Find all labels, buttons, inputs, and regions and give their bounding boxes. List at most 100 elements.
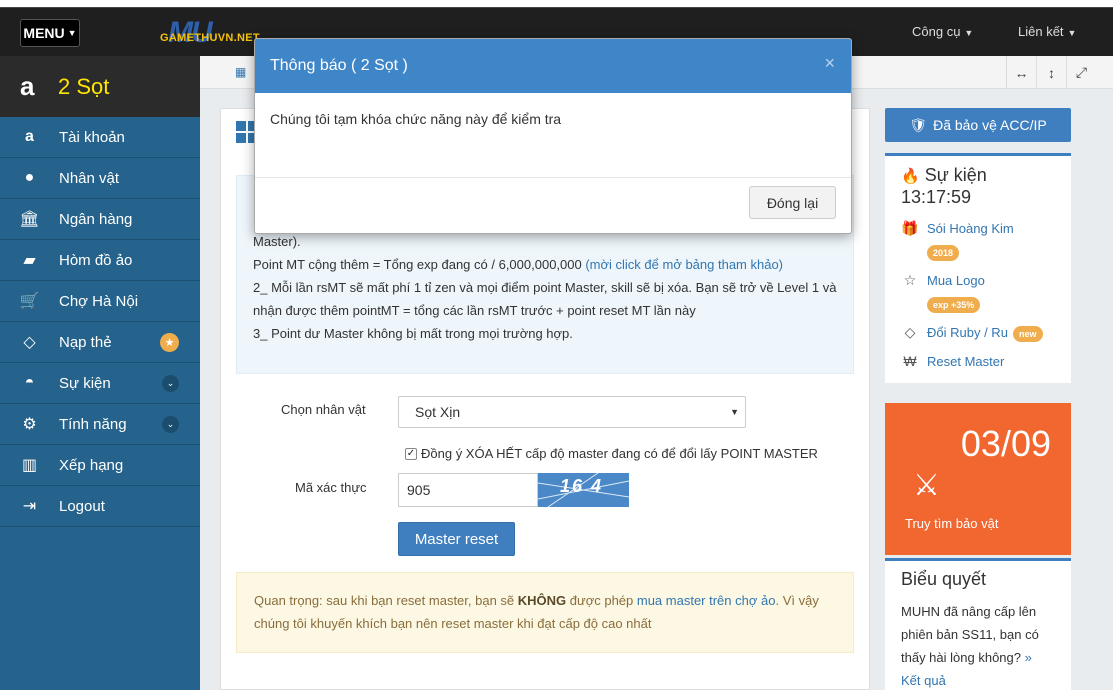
- username: 2 Sọt: [58, 73, 110, 99]
- sidebar-item-label: Nhân vật: [59, 169, 120, 187]
- info-line-4: 3_ Point dư Master không bị mất trong mọ…: [253, 326, 573, 341]
- event-label: Sói Hoàng Kim: [927, 221, 1014, 236]
- notification-modal: Thông báo ( 2 Sọt ) × Chúng tôi tạm khóa…: [254, 38, 852, 234]
- agree-checkbox-row[interactable]: ✓ Đồng ý XÓA HẾT cấp độ master đang có đ…: [405, 446, 818, 461]
- character-select[interactable]: Sọt Xịn ▼: [398, 396, 746, 428]
- caret-down-icon: ▼: [730, 407, 739, 417]
- briefcase-icon: ▰: [23, 252, 36, 269]
- event-badge: 2018: [927, 245, 960, 261]
- sidebar-item-label: Logout: [59, 497, 105, 515]
- events-title: Sự kiện: [924, 165, 987, 185]
- expand-vertical-button[interactable]: ↕: [1036, 56, 1066, 89]
- modal-header: Thông báo ( 2 Sọt ) ×: [255, 39, 851, 93]
- sidebar-item-label: Nạp thẻ: [59, 333, 112, 351]
- sidebar-item-label: Sự kiện: [59, 374, 111, 392]
- warning-bold: KHÔNG: [517, 593, 567, 608]
- event-label: Mua Logo: [927, 273, 985, 288]
- amazon-icon: a: [20, 71, 35, 101]
- protected-account-button[interactable]: 🛡 Đã bảo vệ ACC/IP: [885, 108, 1071, 142]
- treasure-hunt-tile[interactable]: 03/09 ⚔ Truy tìm bảo vật: [885, 403, 1071, 555]
- master-reset-button[interactable]: Master reset: [398, 522, 515, 556]
- arrows-horizontal-icon: ↔: [1014, 64, 1029, 81]
- sidebar-item-market[interactable]: 🛒 Chợ Hà Nội: [0, 281, 200, 322]
- sidebar-item-virtual-chest[interactable]: ▰ Hòm đồ ảo: [0, 240, 200, 281]
- menu-button[interactable]: MENU ▼: [20, 19, 80, 47]
- event-link-buy-logo[interactable]: ☆ Mua Logo: [901, 272, 985, 289]
- warning-text-1: Quan trọng: sau khi bạn reset master, bạ…: [254, 593, 518, 608]
- fullscreen-icon: ⤢: [1075, 64, 1088, 80]
- fullscreen-button[interactable]: ⤢: [1066, 56, 1096, 89]
- user-icon: ●: [24, 169, 35, 186]
- won-icon: ₩: [903, 353, 917, 369]
- event-badge: new: [1013, 326, 1043, 342]
- warning-box: Quan trọng: sau khi bạn reset master, bạ…: [236, 572, 854, 653]
- sidebar-item-label: Chợ Hà Nội: [59, 292, 139, 310]
- warning-text-2: được phép: [566, 593, 637, 608]
- chevron-down-icon: ⌄: [162, 415, 179, 433]
- captcha-image[interactable]: 16 4: [538, 473, 629, 507]
- gears-icon: ⚙: [22, 416, 37, 433]
- poll-result-link[interactable]: Kết quả: [901, 673, 946, 688]
- close-icon[interactable]: ×: [824, 53, 835, 74]
- captcha-input[interactable]: 905: [398, 473, 538, 507]
- events-heading: 🔥 Sự kiện 13:17:59: [901, 165, 987, 207]
- sidebar-item-character[interactable]: ● Nhân vật: [0, 158, 200, 199]
- agree-text: Đồng ý XÓA HẾT cấp độ master đang có để …: [421, 446, 818, 461]
- modal-title: Thông báo ( 2 Sọt ): [270, 57, 408, 74]
- logout-icon: ⇥: [22, 498, 37, 515]
- chevron-down-icon: ⌄: [162, 374, 179, 392]
- sidebar-item-bank[interactable]: 🏛 Ngân hàng: [0, 199, 200, 240]
- event-badge: exp +35%: [927, 297, 981, 313]
- character-label: Chọn nhân vật: [281, 402, 366, 417]
- treasure-caption: Truy tìm bảo vật: [905, 516, 999, 531]
- caret-down-icon: ▼: [67, 28, 77, 38]
- event-link-golden-wolf[interactable]: 🎁 Sói Hoàng Kim: [901, 220, 1014, 237]
- gift-icon: 🎁: [901, 220, 919, 236]
- modal-footer: Đóng lại: [255, 177, 851, 233]
- agree-checkbox[interactable]: ✓: [405, 447, 417, 460]
- event-link-reset-master[interactable]: ₩ Reset Master: [901, 353, 1004, 369]
- reference-table-link[interactable]: (mời click để mở bảng tham khảo): [585, 257, 783, 272]
- event-link-ruby-exchange[interactable]: ◇ Đổi Ruby / Ru: [901, 324, 1008, 341]
- shield-user-icon: 🛡: [909, 116, 928, 133]
- poll-panel: Biểu quyết MUHN đã nâng cấp lên phiên bả…: [885, 558, 1071, 690]
- amazon-icon: a: [25, 128, 34, 145]
- logo-text: GAMETHUVN.NET: [160, 32, 260, 44]
- android-icon: ◓: [24, 374, 35, 391]
- captcha-input-value: 905: [407, 482, 431, 498]
- diamond-icon: ◇: [904, 324, 916, 340]
- sidebar-item-label: Tính năng: [59, 415, 127, 433]
- tools-dropdown[interactable]: Công cụ ▼: [912, 24, 973, 39]
- event-label: Đổi Ruby / Ru: [927, 325, 1008, 340]
- caret-down-icon: ▼: [964, 28, 974, 38]
- calendar-icon: ▦: [235, 65, 247, 79]
- window-top-strip: [0, 0, 1113, 7]
- treasure-date: 03/09: [960, 423, 1051, 464]
- links-dropdown[interactable]: Liên kết ▼: [1018, 24, 1076, 39]
- buy-master-link[interactable]: mua master trên chợ ảo: [637, 593, 776, 608]
- sidebar-item-label: Xếp hạng: [59, 456, 124, 474]
- close-button[interactable]: Đóng lại: [749, 186, 836, 219]
- poll-text: MUHN đã nâng cấp lên phiên bản SS11, bạn…: [901, 600, 1061, 690]
- bank-icon: 🏛: [19, 211, 40, 228]
- poll-more-link[interactable]: »: [1025, 650, 1032, 665]
- star-badge-icon: ★: [160, 332, 179, 352]
- sidebar-item-label: Ngân hàng: [59, 210, 133, 228]
- info-line-2: Point MT cộng thêm = Tổng exp đang có / …: [253, 253, 837, 276]
- character-select-value: Sọt Xịn: [415, 404, 461, 420]
- sidebar-item-features[interactable]: ⚙ Tính năng ⌄: [0, 404, 200, 445]
- sidebar-item-logout[interactable]: ⇥ Logout: [0, 486, 200, 527]
- event-label: Reset Master: [927, 353, 1005, 369]
- expand-horizontal-button[interactable]: ↔: [1006, 56, 1036, 89]
- sidebar-item-ranking[interactable]: ▥ Xếp hạng: [0, 445, 200, 486]
- links-label: Liên kết: [1018, 24, 1064, 39]
- sidebar-item-events[interactable]: ◓ Sự kiện ⌄: [0, 363, 200, 404]
- sidebar-item-topup[interactable]: ◇ Nạp thẻ ★: [0, 322, 200, 363]
- sidebar: a 2 Sọt a Tài khoản ● Nhân vật 🏛 Ngân hà…: [0, 56, 200, 690]
- tools-label: Công cụ: [912, 24, 961, 39]
- info-line-2-text: Point MT cộng thêm = Tổng exp đang có / …: [253, 257, 586, 272]
- sidebar-item-label: Tài khoản: [59, 128, 125, 146]
- diamond-icon: ◇: [23, 334, 36, 351]
- sidebar-item-account[interactable]: a Tài khoản: [0, 117, 200, 158]
- star-outline-icon: ☆: [903, 272, 917, 288]
